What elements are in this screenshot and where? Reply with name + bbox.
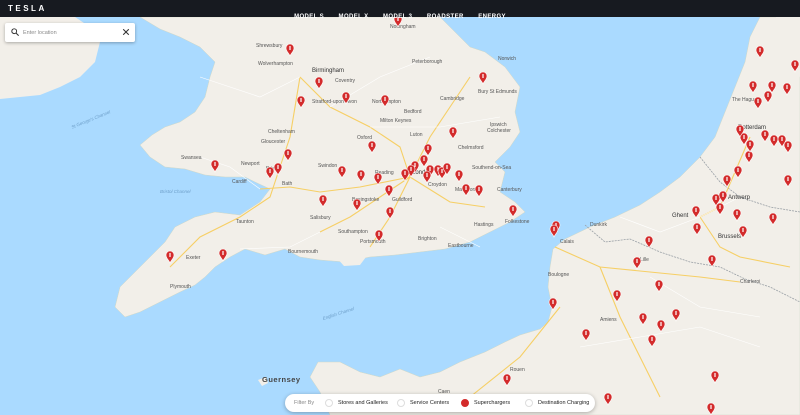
supercharger-pin-icon[interactable] xyxy=(367,140,377,154)
location-search xyxy=(5,23,135,42)
supercharger-pin-icon[interactable] xyxy=(337,165,347,179)
filter-toggle-icon[interactable] xyxy=(397,399,405,407)
map-canvas[interactable]: Shrewsbury Wolverhampton Birmingham Cove… xyxy=(0,17,800,415)
supercharger-pin-icon[interactable] xyxy=(210,159,220,173)
main-nav: MODEL S MODEL X MODEL 3 ROADSTER ENERGY xyxy=(0,5,800,23)
supercharger-pin-icon[interactable] xyxy=(461,183,471,197)
supercharger-pin-icon[interactable] xyxy=(692,222,702,236)
filter-toggle-icon[interactable] xyxy=(325,399,333,407)
pins-svg xyxy=(165,17,800,415)
supercharger-pin-icon[interactable] xyxy=(763,90,773,104)
location-input[interactable] xyxy=(23,26,121,39)
supercharger-pin-icon[interactable] xyxy=(419,154,429,168)
supercharger-pin-icon[interactable] xyxy=(707,254,717,268)
supercharger-pin-icon[interactable] xyxy=(296,95,306,109)
supercharger-pin-icon[interactable] xyxy=(612,289,622,303)
supercharger-pin-icon[interactable] xyxy=(454,169,464,183)
search-icon xyxy=(11,28,19,36)
filter-label-text: Destination Charging xyxy=(538,400,590,406)
supercharger-pin-icon[interactable] xyxy=(644,235,654,249)
supercharger-pin-icon[interactable] xyxy=(745,139,755,153)
filter-stores-galleries[interactable]: Stores and Galleries xyxy=(325,397,388,409)
supercharger-pin-icon[interactable] xyxy=(706,402,716,415)
supercharger-pin-icon[interactable] xyxy=(273,162,283,176)
supercharger-pin-icon[interactable] xyxy=(265,166,275,180)
supercharger-pin-icon[interactable] xyxy=(748,80,758,94)
supercharger-pin-icon[interactable] xyxy=(285,43,295,57)
supercharger-pin-icon[interactable] xyxy=(738,225,748,239)
supercharger-pin-icon[interactable] xyxy=(314,76,324,90)
filter-label-text: Service Centers xyxy=(410,400,450,406)
supercharger-pin-icon[interactable] xyxy=(647,334,657,348)
supercharger-pin-icon[interactable] xyxy=(753,96,763,110)
supercharger-pin-icon[interactable] xyxy=(448,126,458,140)
supercharger-pin-icon[interactable] xyxy=(478,71,488,85)
filter-destination-charging[interactable]: Destination Charging xyxy=(525,397,589,409)
supercharger-pin-icon[interactable] xyxy=(384,184,394,198)
supercharger-pin-icon[interactable] xyxy=(374,229,384,243)
supercharger-pin-icon[interactable] xyxy=(581,328,591,342)
supercharger-pin-icon[interactable] xyxy=(508,204,518,218)
supercharger-pin-icon[interactable] xyxy=(722,174,732,188)
supercharger-pin-icon[interactable] xyxy=(769,134,779,148)
supercharger-pin-icon[interactable] xyxy=(710,370,720,384)
supercharger-pin-icon[interactable] xyxy=(549,224,559,238)
supercharger-pin-icon[interactable] xyxy=(218,248,228,262)
supercharger-pin-icon[interactable] xyxy=(283,148,293,162)
supercharger-pin-icon[interactable] xyxy=(732,208,742,222)
supercharger-pin-icon[interactable] xyxy=(790,59,800,73)
supercharger-pin-icon[interactable] xyxy=(603,392,613,406)
supercharger-pin-icon[interactable] xyxy=(502,373,512,387)
supercharger-pin-icon[interactable] xyxy=(744,150,754,164)
nav-roadster[interactable]: ROADSTER xyxy=(427,14,464,20)
supercharger-pin-icon[interactable] xyxy=(782,82,792,96)
supercharger-pin-icon[interactable] xyxy=(356,169,366,183)
supercharger-pin-icon[interactable] xyxy=(318,194,328,208)
filter-bar: Filter By Stores and Galleries Service C… xyxy=(285,394,595,412)
filter-by-label: Filter By xyxy=(294,400,315,406)
supercharger-pin-icon[interactable] xyxy=(768,212,778,226)
filter-label-text: Superchargers xyxy=(474,400,511,406)
filter-label-text: Stores and Galleries xyxy=(338,400,388,406)
supercharger-pin-icon[interactable] xyxy=(671,308,681,322)
supercharger-pin-icon[interactable] xyxy=(783,174,793,188)
supercharger-pin-icon[interactable] xyxy=(733,165,743,179)
close-icon[interactable] xyxy=(122,28,130,36)
supercharger-pin-icon[interactable] xyxy=(341,91,351,105)
supercharger-pin-icon[interactable] xyxy=(656,319,666,333)
supercharger-pin-icon[interactable] xyxy=(760,129,770,143)
supercharger-pin-icon[interactable] xyxy=(783,140,793,154)
nav-model-x[interactable]: MODEL X xyxy=(339,14,369,20)
filter-toggle-icon[interactable] xyxy=(525,399,533,407)
supercharger-pin-icon[interactable] xyxy=(165,250,175,264)
filter-superchargers[interactable]: Superchargers xyxy=(461,397,510,409)
supercharger-pin-icon[interactable] xyxy=(423,143,433,157)
supercharger-pin-icon[interactable] xyxy=(352,198,362,212)
supercharger-pin-icon[interactable] xyxy=(691,205,701,219)
supercharger-icon[interactable] xyxy=(461,399,469,407)
top-nav-bar: TESLA MODEL S MODEL X MODEL 3 ROADSTER E… xyxy=(0,0,800,20)
supercharger-pin-icon[interactable] xyxy=(474,184,484,198)
supercharger-pin-icon[interactable] xyxy=(380,94,390,108)
nav-energy[interactable]: ENERGY xyxy=(478,14,506,20)
supercharger-pin-icon[interactable] xyxy=(654,279,664,293)
supercharger-pin-icon[interactable] xyxy=(400,168,410,182)
supercharger-pin-icon[interactable] xyxy=(718,190,728,204)
filter-service-centers[interactable]: Service Centers xyxy=(397,397,449,409)
supercharger-pin-icon[interactable] xyxy=(632,256,642,270)
supercharger-pin-icon[interactable] xyxy=(385,206,395,220)
supercharger-pin-icon[interactable] xyxy=(715,202,725,216)
supercharger-pin-icon[interactable] xyxy=(422,170,432,184)
supercharger-pin-icon[interactable] xyxy=(638,312,648,326)
nav-model-3[interactable]: MODEL 3 xyxy=(383,14,412,20)
nav-model-s[interactable]: MODEL S xyxy=(294,14,324,20)
supercharger-pin-icon[interactable] xyxy=(755,45,765,59)
supercharger-pin-icon[interactable] xyxy=(548,297,558,311)
supercharger-pin-icon[interactable] xyxy=(373,172,383,186)
